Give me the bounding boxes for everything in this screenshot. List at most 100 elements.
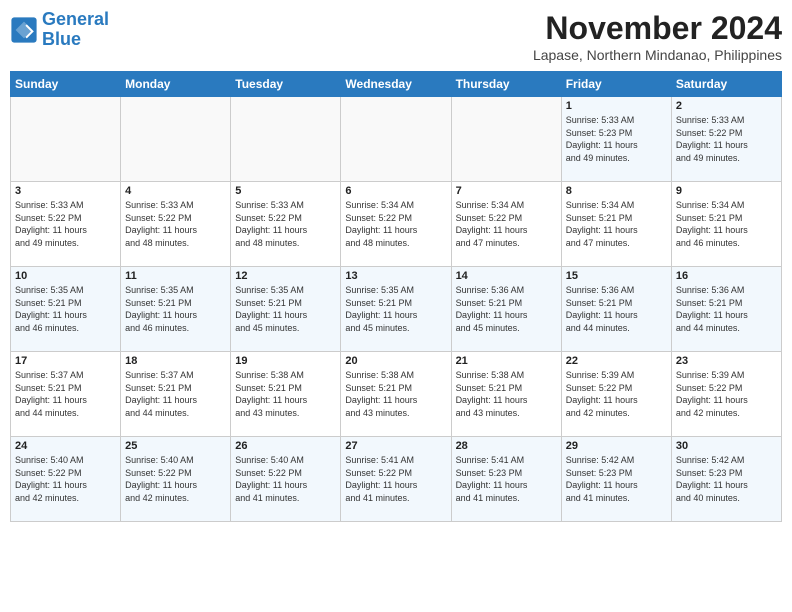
day-number: 10 — [15, 270, 116, 282]
calendar-cell: 11Sunrise: 5:35 AM Sunset: 5:21 PM Dayli… — [121, 267, 231, 352]
header-row: SundayMondayTuesdayWednesdayThursdayFrid… — [11, 72, 782, 97]
day-number: 9 — [676, 185, 777, 197]
calendar-cell: 3 Sunrise: 5:33 AM Sunset: 5:22 PM Daylig… — [11, 182, 121, 267]
calendar-cell — [231, 97, 341, 182]
day-info: Sunrise: 5:41 AM Sunset: 5:22 PM Dayligh… — [345, 454, 446, 504]
calendar-cell: 9Sunrise: 5:34 AM Sunset: 5:21 PM Daylig… — [671, 182, 781, 267]
calendar-cell: 26Sunrise: 5:40 AM Sunset: 5:22 PM Dayli… — [231, 437, 341, 522]
calendar-cell: 28 Sunrise: 5:41 AM Sunset: 5:23 PM Dayli… — [451, 437, 561, 522]
day-info: Sunrise: 5:34 AM Sunset: 5:22 PM Dayligh… — [345, 199, 446, 249]
day-number: 15 — [566, 270, 667, 282]
weekday-header: Saturday — [671, 72, 781, 97]
calendar-cell: 15 Sunrise: 5:36 AM Sunset: 5:21 PM Dayli… — [561, 267, 671, 352]
calendar-cell: 29Sunrise: 5:42 AM Sunset: 5:23 PM Dayli… — [561, 437, 671, 522]
day-info: Sunrise: 5:36 AM Sunset: 5:21 PM Dayligh… — [566, 284, 667, 334]
day-info: Sunrise: 5:33 AM Sunset: 5:22 PM Dayligh… — [235, 199, 336, 249]
title-block: November 2024 Lapase, Northern Mindanao,… — [533, 10, 782, 63]
day-number: 23 — [676, 355, 777, 367]
day-number: 24 — [15, 440, 116, 452]
calendar-cell: 13 Sunrise: 5:35 AM Sunset: 5:21 PM Dayli… — [341, 267, 451, 352]
calendar-cell: 19 Sunrise: 5:38 AM Sunset: 5:21 PM Dayli… — [231, 352, 341, 437]
calendar-cell: 25 Sunrise: 5:40 AM Sunset: 5:22 PM Dayli… — [121, 437, 231, 522]
logo-icon — [10, 16, 38, 44]
day-number: 3 — [15, 185, 116, 197]
calendar-cell: 24 Sunrise: 5:40 AM Sunset: 5:22 PM Dayli… — [11, 437, 121, 522]
day-info: Sunrise: 5:40 AM Sunset: 5:22 PM Dayligh… — [15, 454, 116, 504]
day-info: Sunrise: 5:36 AM Sunset: 5:21 PM Dayligh… — [456, 284, 557, 334]
calendar-week-row: 1 Sunrise: 5:33 AM Sunset: 5:23 PM Daylig… — [11, 97, 782, 182]
day-info: Sunrise: 5:34 AM Sunset: 5:22 PM Dayligh… — [456, 199, 557, 249]
day-info: Sunrise: 5:33 AM Sunset: 5:22 PM Dayligh… — [676, 114, 777, 164]
calendar-week-row: 24 Sunrise: 5:40 AM Sunset: 5:22 PM Dayli… — [11, 437, 782, 522]
day-number: 21 — [456, 355, 557, 367]
calendar-week-row: 3 Sunrise: 5:33 AM Sunset: 5:22 PM Daylig… — [11, 182, 782, 267]
day-info: Sunrise: 5:41 AM Sunset: 5:23 PM Dayligh… — [456, 454, 557, 504]
day-number: 30 — [676, 440, 777, 452]
day-number: 28 — [456, 440, 557, 452]
day-number: 17 — [15, 355, 116, 367]
day-info: Sunrise: 5:38 AM Sunset: 5:21 PM Dayligh… — [456, 369, 557, 419]
calendar-cell: 10 Sunrise: 5:35 AM Sunset: 5:21 PM Dayli… — [11, 267, 121, 352]
calendar-cell: 23 Sunrise: 5:39 AM Sunset: 5:22 PM Dayli… — [671, 352, 781, 437]
day-info: Sunrise: 5:37 AM Sunset: 5:21 PM Dayligh… — [15, 369, 116, 419]
calendar-cell: 27Sunrise: 5:41 AM Sunset: 5:22 PM Dayli… — [341, 437, 451, 522]
day-info: Sunrise: 5:34 AM Sunset: 5:21 PM Dayligh… — [566, 199, 667, 249]
day-number: 11 — [125, 270, 226, 282]
calendar-cell: 14Sunrise: 5:36 AM Sunset: 5:21 PM Dayli… — [451, 267, 561, 352]
day-info: Sunrise: 5:35 AM Sunset: 5:21 PM Dayligh… — [345, 284, 446, 334]
calendar-header: SundayMondayTuesdayWednesdayThursdayFrid… — [11, 72, 782, 97]
calendar-cell — [451, 97, 561, 182]
weekday-header: Friday — [561, 72, 671, 97]
day-number: 7 — [456, 185, 557, 197]
day-number: 12 — [235, 270, 336, 282]
day-info: Sunrise: 5:37 AM Sunset: 5:21 PM Dayligh… — [125, 369, 226, 419]
day-number: 26 — [235, 440, 336, 452]
calendar-table: SundayMondayTuesdayWednesdayThursdayFrid… — [10, 71, 782, 522]
weekday-header: Monday — [121, 72, 231, 97]
day-info: Sunrise: 5:38 AM Sunset: 5:21 PM Dayligh… — [235, 369, 336, 419]
calendar-cell: 18Sunrise: 5:37 AM Sunset: 5:21 PM Dayli… — [121, 352, 231, 437]
day-info: Sunrise: 5:36 AM Sunset: 5:21 PM Dayligh… — [676, 284, 777, 334]
day-info: Sunrise: 5:33 AM Sunset: 5:23 PM Dayligh… — [566, 114, 667, 164]
logo: General Blue — [10, 10, 109, 50]
day-info: Sunrise: 5:40 AM Sunset: 5:22 PM Dayligh… — [125, 454, 226, 504]
day-number: 29 — [566, 440, 667, 452]
weekday-header: Wednesday — [341, 72, 451, 97]
day-number: 2 — [676, 100, 777, 112]
weekday-header: Tuesday — [231, 72, 341, 97]
weekday-header: Sunday — [11, 72, 121, 97]
day-info: Sunrise: 5:39 AM Sunset: 5:22 PM Dayligh… — [676, 369, 777, 419]
day-number: 19 — [235, 355, 336, 367]
day-number: 6 — [345, 185, 446, 197]
calendar-cell: 6 Sunrise: 5:34 AM Sunset: 5:22 PM Daylig… — [341, 182, 451, 267]
calendar-cell: 17 Sunrise: 5:37 AM Sunset: 5:21 PM Dayli… — [11, 352, 121, 437]
logo-line1: General — [42, 9, 109, 29]
calendar-week-row: 17 Sunrise: 5:37 AM Sunset: 5:21 PM Dayli… — [11, 352, 782, 437]
calendar-cell — [121, 97, 231, 182]
day-info: Sunrise: 5:33 AM Sunset: 5:22 PM Dayligh… — [125, 199, 226, 249]
logo-text: General Blue — [42, 10, 109, 50]
day-number: 4 — [125, 185, 226, 197]
calendar-cell: 12 Sunrise: 5:35 AM Sunset: 5:21 PM Dayli… — [231, 267, 341, 352]
calendar-cell: 21 Sunrise: 5:38 AM Sunset: 5:21 PM Dayli… — [451, 352, 561, 437]
location: Lapase, Northern Mindanao, Philippines — [533, 47, 782, 63]
day-info: Sunrise: 5:35 AM Sunset: 5:21 PM Dayligh… — [15, 284, 116, 334]
day-number: 25 — [125, 440, 226, 452]
calendar-cell: 30Sunrise: 5:42 AM Sunset: 5:23 PM Dayli… — [671, 437, 781, 522]
day-number: 13 — [345, 270, 446, 282]
day-number: 8 — [566, 185, 667, 197]
calendar-cell — [341, 97, 451, 182]
day-info: Sunrise: 5:38 AM Sunset: 5:21 PM Dayligh… — [345, 369, 446, 419]
day-number: 1 — [566, 100, 667, 112]
day-number: 22 — [566, 355, 667, 367]
day-info: Sunrise: 5:35 AM Sunset: 5:21 PM Dayligh… — [235, 284, 336, 334]
day-info: Sunrise: 5:33 AM Sunset: 5:22 PM Dayligh… — [15, 199, 116, 249]
calendar-cell: 8 Sunrise: 5:34 AM Sunset: 5:21 PM Daylig… — [561, 182, 671, 267]
calendar-cell: 4 Sunrise: 5:33 AM Sunset: 5:22 PM Daylig… — [121, 182, 231, 267]
calendar-cell: 16 Sunrise: 5:36 AM Sunset: 5:21 PM Dayli… — [671, 267, 781, 352]
day-number: 16 — [676, 270, 777, 282]
calendar-cell: 1 Sunrise: 5:33 AM Sunset: 5:23 PM Daylig… — [561, 97, 671, 182]
logo-line2: Blue — [42, 29, 81, 49]
weekday-header: Thursday — [451, 72, 561, 97]
calendar-cell — [11, 97, 121, 182]
